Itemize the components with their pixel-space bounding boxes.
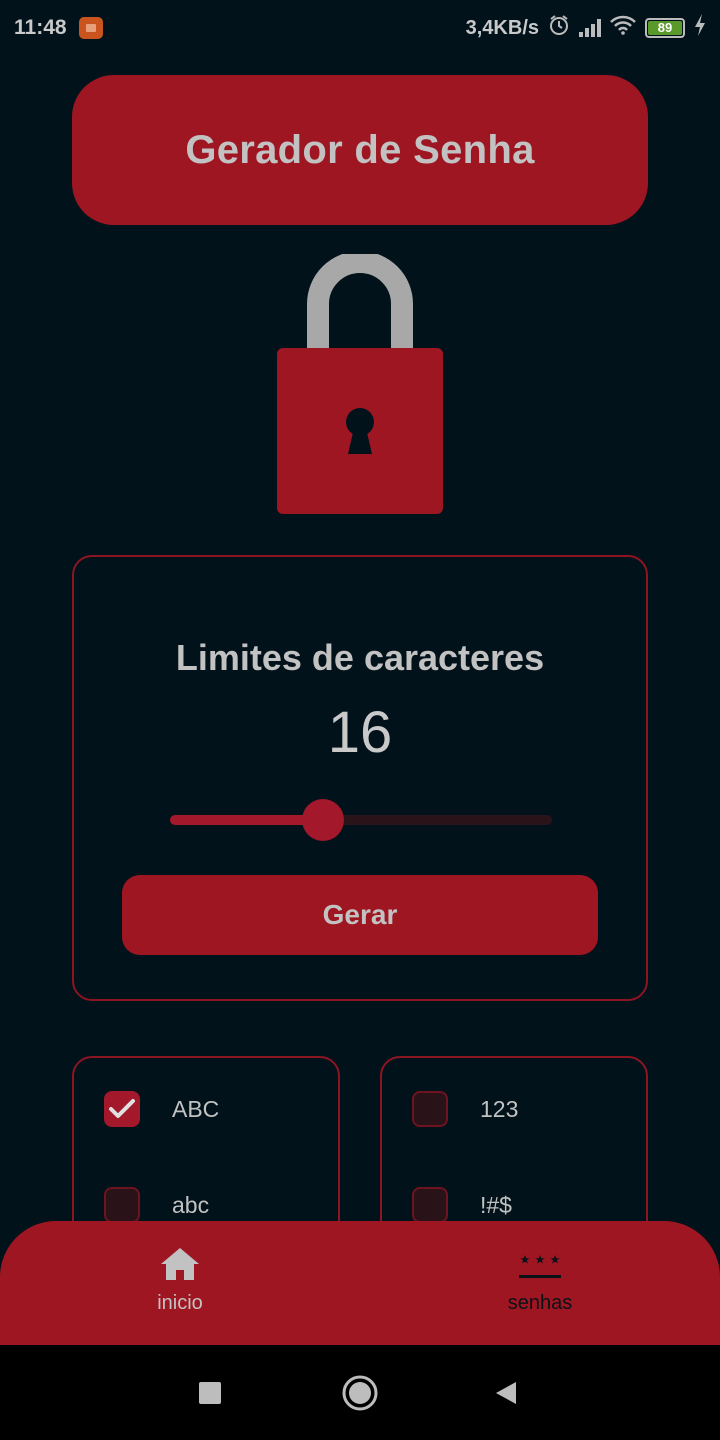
- nav-label: senhas: [507, 1292, 573, 1314]
- charging-icon: [694, 14, 706, 42]
- nav-item-inicio[interactable]: inicio: [110, 1247, 250, 1327]
- alarm-icon: [548, 14, 570, 42]
- generate-button[interactable]: Gerar: [122, 875, 598, 955]
- nav-item-senhas[interactable]: senhas: [470, 1247, 610, 1327]
- numbers-checkbox[interactable]: [412, 1091, 448, 1127]
- option-label: !#$: [480, 1191, 512, 1218]
- page-title: Gerador de Senha: [185, 127, 535, 172]
- status-time: 11:48: [14, 16, 67, 39]
- option-label: 123: [480, 1095, 519, 1122]
- system-navigation-bar: [0, 1345, 720, 1440]
- app-notification-icon: [78, 17, 103, 39]
- recents-icon[interactable]: [199, 1382, 221, 1404]
- bottom-navigation: inicio senhas: [0, 1221, 720, 1345]
- option-symbols[interactable]: !#$: [412, 1185, 512, 1225]
- symbols-checkbox[interactable]: [412, 1187, 448, 1223]
- option-lowercase[interactable]: abc: [104, 1185, 209, 1225]
- length-slider[interactable]: [170, 799, 552, 841]
- option-uppercase[interactable]: ABC: [104, 1089, 219, 1129]
- limits-label: Limites de caracteres: [175, 637, 545, 678]
- password-icon: [518, 1247, 562, 1286]
- lowercase-checkbox[interactable]: [104, 1187, 140, 1223]
- signal-icon: [579, 19, 601, 37]
- generator-card: Limites de caracteres 16 Gerar: [72, 555, 648, 1001]
- home-button-icon[interactable]: [342, 1375, 378, 1411]
- uppercase-checkbox[interactable]: [104, 1091, 140, 1127]
- battery-level: 89: [648, 21, 682, 35]
- battery-icon: 89: [645, 18, 685, 38]
- slider-thumb[interactable]: [302, 799, 344, 841]
- nav-label: inicio: [157, 1292, 203, 1314]
- header-card: Gerador de Senha: [72, 75, 648, 225]
- network-speed: 3,4KB/s: [465, 16, 539, 39]
- home-icon: [160, 1247, 200, 1286]
- limit-value: 16: [327, 700, 393, 765]
- slider-track-active[interactable]: [170, 815, 323, 825]
- status-bar: 11:48 3,4KB/s 89: [0, 0, 720, 56]
- option-numbers[interactable]: 123: [412, 1089, 518, 1129]
- option-label: abc: [172, 1191, 210, 1218]
- back-icon[interactable]: [494, 1381, 518, 1405]
- wifi-icon: [610, 15, 636, 41]
- lock-icon: [276, 251, 444, 516]
- option-label: ABC: [172, 1095, 220, 1122]
